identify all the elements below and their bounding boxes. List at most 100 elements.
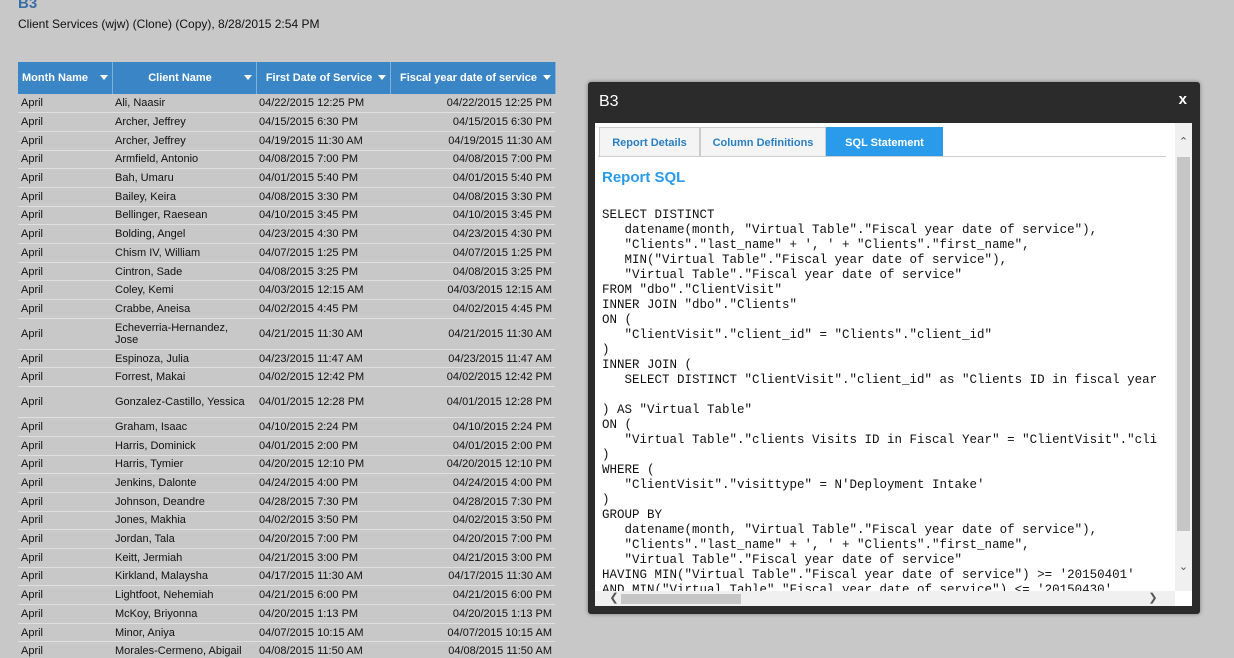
cell-month-name: April [18,349,112,369]
sql-line: ) [602,493,610,507]
cell-first-date: 04/02/2015 12:42 PM [256,367,390,388]
cell-first-date: 04/21/2015 6:00 PM [256,585,390,605]
column-header-client-name[interactable]: Client Name [112,62,257,94]
cell-fiscal-date: 04/02/2015 3:50 PM [390,511,555,531]
scroll-up-icon[interactable]: ⌃ [1175,134,1192,151]
cell-fiscal-date: 04/08/2015 3:30 PM [390,187,555,207]
cell-first-date: 04/20/2015 12:10 PM [256,455,390,475]
cell-client-name: Bah, Umaru [112,168,256,188]
sql-line: SELECT DISTINCT "ClientVisit"."client_id… [602,373,1158,387]
sql-line: ON ( [602,313,633,327]
cell-fiscal-date: 04/01/2015 2:00 PM [390,436,555,456]
sql-line: "Clients"."last_name" + ', ' + "Clients"… [602,238,1030,252]
table-row: April Gonzalez-Castillo, Yessica 04/01/201… [18,386,555,419]
table-row: April Jenkins, Dalonte 04/24/2015 4:00 PM 0… [18,473,555,493]
sort-arrow-icon[interactable] [99,75,108,80]
table-row: April Archer, Jeffrey 04/15/2015 6:30 PM 04… [18,112,555,132]
scroll-down-icon[interactable]: ⌄ [1175,559,1192,576]
close-icon[interactable]: x [1179,91,1187,108]
cell-fiscal-date: 04/10/2015 2:24 PM [390,417,555,437]
horizontal-scroll-thumb[interactable] [621,594,741,604]
cell-fiscal-date: 04/01/2015 5:40 PM [390,168,555,188]
table-row: April Graham, Isaac 04/10/2015 2:24 PM 04/1… [18,417,555,437]
cell-month-name: April [18,262,112,282]
cell-client-name: Gonzalez-Castillo, Yessica [112,386,256,419]
cell-fiscal-date: 04/15/2015 6:30 PM [390,112,555,132]
cell-client-name: Morales-Cermeno, Abigail [112,641,256,658]
table-row: April Ali, Naasir 04/22/2015 12:25 PM 04/22… [18,94,555,114]
cell-fiscal-date: 04/21/2015 3:00 PM [390,548,555,568]
cell-fiscal-date: 04/07/2015 10:15 AM [390,623,555,643]
cell-month-name: April [18,436,112,456]
table-header-row: Month Name Client Name First Date of Ser… [18,62,556,94]
sql-line: "Virtual Table"."clients Visits ID in Fi… [602,433,1158,447]
cell-first-date: 04/08/2015 11:50 AM [256,641,390,658]
vertical-scrollbar[interactable]: ⌃ ⌄ [1175,123,1192,591]
sort-arrow-icon[interactable] [377,75,386,80]
cell-fiscal-date: 04/03/2015 12:15 AM [390,280,555,301]
cell-first-date: 04/21/2015 3:00 PM [256,548,390,568]
column-header-fiscal-date[interactable]: Fiscal year date of service [390,62,556,94]
cell-client-name: Forrest, Makai [112,367,256,388]
cell-first-date: 04/01/2015 2:00 PM [256,436,390,456]
cell-month-name: April [18,318,112,350]
cell-client-name: Keitt, Jermiah [112,548,256,568]
cell-first-date: 04/10/2015 2:24 PM [256,417,390,437]
table-row: April Archer, Jeffrey 04/19/2015 11:30 AM 0… [18,131,555,151]
cell-month-name: April [18,280,112,301]
sql-line: INNER JOIN "dbo"."Clients" [602,298,798,312]
cell-client-name: Ali, Naasir [112,94,256,114]
cell-first-date: 04/15/2015 6:30 PM [256,112,390,132]
tab-sql-statement[interactable]: SQL Statement [826,127,943,157]
horizontal-scrollbar[interactable]: ❮ ❯ [595,591,1175,606]
cell-client-name: Armfield, Antonio [112,150,256,170]
cell-fiscal-date: 04/28/2015 7:30 PM [390,492,555,512]
cell-month-name: April [18,206,112,226]
cell-first-date: 04/01/2015 12:28 PM [256,386,390,419]
report-table: Month Name Client Name First Date of Ser… [18,62,556,658]
cell-client-name: Johnson, Deandre [112,492,256,512]
cell-first-date: 04/17/2015 11:30 AM [256,567,390,587]
sql-line: "ClientVisit"."visittype" = N'Deployment… [602,478,985,492]
table-row: April Armfield, Antonio 04/08/2015 7:00 PM… [18,150,555,170]
tab-report-details[interactable]: Report Details [599,127,700,157]
cell-fiscal-date: 04/08/2015 7:00 PM [390,150,555,170]
table-row: April Keitt, Jermiah 04/21/2015 3:00 PM 04/… [18,548,555,568]
cell-client-name: Bellinger, Raesean [112,206,256,226]
cell-fiscal-date: 04/01/2015 12:28 PM [390,386,555,419]
cell-month-name: April [18,585,112,605]
vertical-scroll-thumb[interactable] [1177,157,1190,531]
cell-month-name: April [18,567,112,587]
table-row: April Jones, Makhia 04/02/2015 3:50 PM 04/0… [18,511,555,531]
cell-client-name: Archer, Jeffrey [112,112,256,132]
cell-first-date: 04/07/2015 10:15 AM [256,623,390,643]
cell-month-name: April [18,511,112,531]
cell-client-name: Harris, Tymier [112,455,256,475]
cell-month-name: April [18,224,112,244]
sort-arrow-icon[interactable] [243,75,252,80]
cell-client-name: McKoy, Briyonna [112,604,256,624]
cell-fiscal-date: 04/02/2015 12:42 PM [390,367,555,388]
cell-fiscal-date: 04/20/2015 12:10 PM [390,455,555,475]
column-header-first-date[interactable]: First Date of Service [256,62,391,94]
table-row: April Bolding, Angel 04/23/2015 4:30 PM 04/… [18,224,555,244]
table-row: April Bellinger, Raesean 04/10/2015 3:45 P… [18,206,555,226]
table-row: April Bah, Umaru 04/01/2015 5:40 PM 04/01/2… [18,168,555,188]
cell-month-name: April [18,548,112,568]
scroll-right-icon[interactable]: ❯ [1145,591,1161,606]
sort-arrow-icon[interactable] [542,75,551,80]
cell-first-date: 04/02/2015 4:45 PM [256,299,390,319]
cell-fiscal-date: 04/21/2015 6:00 PM [390,585,555,605]
table-row: April Kirkland, Malaysha 04/17/2015 11:30 … [18,567,555,587]
tab-column-definitions[interactable]: Column Definitions [700,127,826,157]
sql-code-block: SELECT DISTINCT datename(month, "Virtual… [602,208,1172,591]
scroll-left-icon[interactable]: ❮ [606,591,622,606]
cell-fiscal-date: 04/21/2015 11:30 AM [390,318,555,350]
column-header-month-name[interactable]: Month Name [18,62,113,94]
cell-month-name: April [18,604,112,624]
cell-month-name: April [18,455,112,475]
sql-line: GROUP BY [602,508,663,522]
cell-first-date: 04/03/2015 12:15 AM [256,280,390,301]
sql-line: SELECT DISTINCT [602,208,715,222]
table-row: April Cintron, Sade 04/08/2015 3:25 PM 04/0… [18,262,555,282]
